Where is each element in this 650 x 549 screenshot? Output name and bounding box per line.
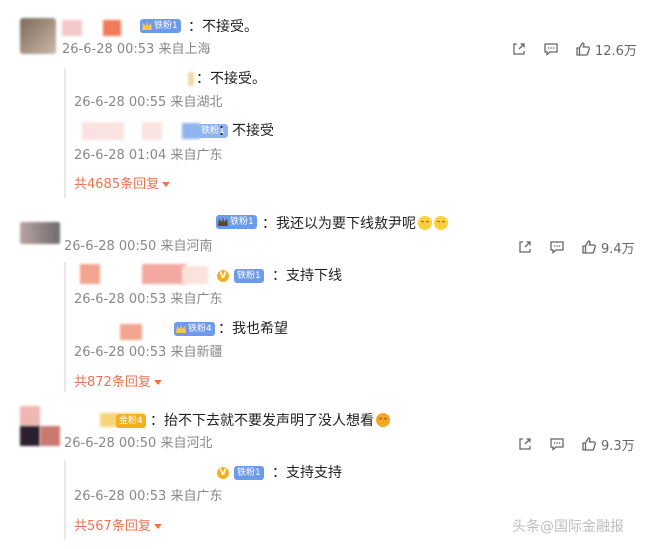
reply-divider — [64, 460, 66, 540]
reply-meta: 26-6-28 00:53 来自广东 — [74, 489, 223, 504]
reply-text: ：我也希望 — [218, 321, 288, 337]
badge-label: 铁粉1 — [230, 217, 254, 227]
like-count: 9.4万 — [601, 241, 635, 257]
reply-username-blurred[interactable] — [182, 266, 208, 284]
emoji-icon — [418, 216, 432, 230]
reply-username-blurred[interactable] — [142, 122, 162, 140]
comment-text-body: ：我还以为要下线敖尹呢 — [262, 216, 416, 232]
avatar[interactable] — [20, 406, 40, 426]
vip-badge: V — [217, 270, 229, 282]
avatar[interactable] — [40, 426, 60, 446]
avatar[interactable] — [20, 426, 40, 446]
view-replies-label: 共4685条回复 — [74, 177, 160, 192]
view-replies-label: 共567条回复 — [74, 519, 151, 534]
crown-icon — [218, 217, 228, 226]
reply-username-blurred[interactable] — [142, 264, 186, 284]
comment-actions: 9.4万 — [517, 238, 635, 257]
fan-badge: 铁粉1 — [234, 269, 264, 283]
thumbs-up-icon[interactable] — [581, 436, 597, 452]
reply-username-blurred[interactable] — [120, 324, 142, 340]
view-replies-link[interactable]: 共567条回复 — [74, 519, 162, 535]
share-icon[interactable] — [517, 239, 533, 255]
reply-username-blurred[interactable] — [82, 122, 124, 140]
reply-meta: 26-6-28 00:55 来自湖北 — [74, 95, 223, 110]
badge-label: 铁粉1 — [154, 21, 178, 31]
view-replies-link[interactable]: 共872条回复 — [74, 375, 162, 391]
watermark: 头条@国际金融报 — [512, 519, 624, 535]
thumbs-up-icon[interactable] — [575, 41, 591, 57]
avatar[interactable] — [20, 222, 60, 244]
chevron-down-icon — [153, 524, 162, 529]
reply-divider — [64, 262, 66, 392]
fan-badge: 铁粉4 — [174, 322, 215, 336]
view-replies-link[interactable]: 共4685条回复 — [74, 177, 171, 193]
username-blurred[interactable] — [103, 20, 121, 36]
reply-text: ：不接受。 — [196, 71, 266, 87]
comment-meta: 26-6-28 00:50 来自河北 — [64, 436, 213, 451]
comment-text: ：抬不下去就不要发声明了没人想看 — [150, 412, 390, 430]
chevron-down-icon — [153, 380, 162, 385]
comment-text-body: ：抬不下去就不要发声明了没人想看 — [150, 413, 374, 429]
chevron-down-icon — [162, 182, 171, 187]
username-blurred[interactable] — [62, 20, 82, 36]
reply-text: ：不接受 — [218, 123, 274, 139]
view-replies-label: 共872条回复 — [74, 375, 151, 390]
reply-text: ：支持支持 — [272, 465, 342, 481]
badge-label: 铁粉4 — [188, 324, 212, 334]
comment-icon[interactable] — [549, 239, 565, 255]
crown-icon — [176, 324, 186, 333]
emoji-icon — [434, 216, 448, 230]
like-count: 12.6万 — [595, 43, 637, 59]
comment-actions: 9.3万 — [517, 435, 635, 454]
avatar[interactable] — [20, 18, 56, 54]
reply-username-blurred[interactable] — [80, 264, 100, 284]
vip-badge: V — [217, 467, 229, 479]
reply-meta: 26-6-28 00:53 来自广东 — [74, 292, 223, 307]
fan-badge: 金粉4 — [116, 414, 146, 428]
comment-meta: 26-6-28 00:53 来自上海 — [62, 42, 211, 57]
fan-badge: 铁粉1 — [216, 215, 257, 229]
emoji-icon — [376, 413, 390, 427]
share-icon[interactable] — [511, 41, 527, 57]
reply-text: ：支持下线 — [272, 268, 342, 284]
fan-badge: 铁粉1 — [234, 466, 264, 480]
reply-meta: 26-6-28 00:53 来自新疆 — [74, 345, 223, 360]
comment-actions: 12.6万 — [511, 40, 637, 59]
share-icon[interactable] — [517, 436, 533, 452]
reply-divider — [64, 68, 66, 198]
comment-text: ：不接受。 — [188, 19, 258, 35]
comment-text: ：我还以为要下线敖尹呢 — [262, 215, 448, 233]
comment-icon[interactable] — [543, 41, 559, 57]
crown-icon — [142, 21, 152, 30]
like-count: 9.3万 — [601, 438, 635, 454]
fan-badge: 铁粉1 — [140, 19, 181, 33]
comment-meta: 26-6-28 00:50 来自河南 — [64, 239, 213, 254]
reply-meta: 26-6-28 01:04 来自广东 — [74, 148, 223, 163]
thumbs-up-icon[interactable] — [581, 239, 597, 255]
comment-icon[interactable] — [549, 436, 565, 452]
reply-username-blurred[interactable] — [188, 72, 194, 86]
